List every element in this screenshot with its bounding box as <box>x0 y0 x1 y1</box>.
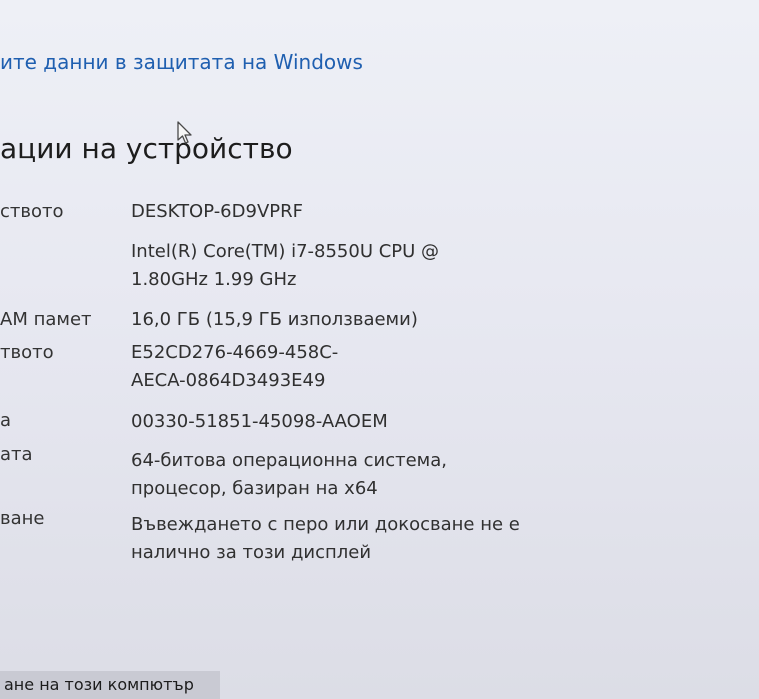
spec-label-ram: АМ памет <box>0 309 92 330</box>
device-specifications-title: ации на устройство <box>0 132 293 165</box>
spec-label-product-id: а <box>0 410 12 431</box>
spec-label-pen-touch: ване <box>0 508 45 529</box>
rename-pc-button[interactable]: ане на този компютър <box>0 671 220 699</box>
spec-value-processor: Intel(R) Core(TM) i7-8550U CPU @ 1.80GHz… <box>131 241 440 290</box>
spec-label-device-name: ството <box>0 201 64 222</box>
spec-value-pen-touch: Въвеждането с перо или докосване не е на… <box>131 514 520 563</box>
windows-security-link[interactable]: ите данни в защитата на Windows <box>0 50 363 74</box>
spec-value-device-id: E52CD276-4669-458C- AECA-0864D3493E49 <box>131 342 339 391</box>
spec-label-device-id: твото <box>0 342 54 363</box>
mouse-pointer-icon <box>177 121 192 144</box>
spec-value-product-id: 00330-51851-45098-AAOEM <box>131 411 388 432</box>
spec-value-ram: 16,0 ГБ (15,9 ГБ използваеми) <box>131 309 418 330</box>
system-about-page: ите данни в защитата на Windows ации на … <box>0 0 759 699</box>
spec-label-system-type: ата <box>0 444 33 465</box>
spec-value-device-name: DESKTOP-6D9VPRF <box>131 201 303 222</box>
spec-value-system-type: 64-битова операционна система, процесор,… <box>131 450 448 499</box>
